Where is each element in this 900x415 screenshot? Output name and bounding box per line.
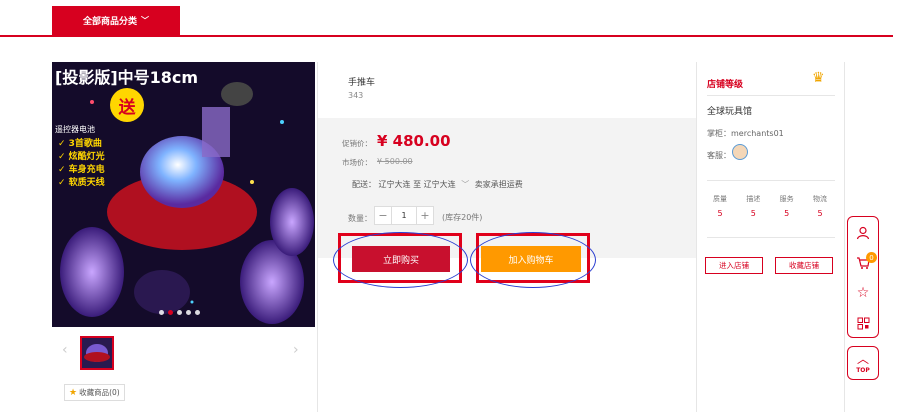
market-price: ¥ 500.00: [377, 157, 413, 166]
divider: [707, 180, 835, 181]
slide-dot[interactable]: [186, 310, 191, 315]
thumbnail-next-arrow[interactable]: ›: [293, 342, 299, 358]
slide-dot[interactable]: [177, 310, 182, 315]
top-bar: 全部商品分类 ﹀: [0, 0, 900, 38]
favorite-goods-button[interactable]: ★ 收藏商品(0): [64, 384, 125, 401]
star-icon[interactable]: ☆: [848, 283, 878, 303]
quantity-increase-button[interactable]: +: [417, 207, 433, 224]
score-service: 服务 5: [772, 194, 802, 218]
thumbnail-graphic: [84, 344, 110, 362]
customer-service-icon[interactable]: [732, 144, 748, 160]
giveaway-badge: 送: [110, 88, 144, 122]
customer-service-label: 客服：: [707, 151, 731, 160]
quantity-label: 数量：: [348, 214, 372, 223]
quantity-decrease-button[interactable]: −: [375, 207, 391, 224]
crown-icon: ♛: [812, 70, 825, 86]
star-icon: ★: [69, 387, 78, 398]
shipping-from: 辽宁大连: [378, 180, 411, 189]
all-categories-button[interactable]: 全部商品分类 ﹀: [52, 6, 180, 35]
score-value: 5: [717, 209, 723, 218]
feature-item: ✓ 车身充电: [58, 165, 105, 175]
score-value: 5: [817, 209, 823, 218]
feature-item: ✓ 软质天线: [58, 178, 105, 188]
shipping-label: 配送：: [352, 180, 376, 189]
promo-price: ¥ 480.00: [377, 132, 451, 150]
score-label: 质量: [713, 195, 727, 203]
floating-sidebar: 0 ☆: [847, 216, 879, 338]
score-description: 描述 5: [738, 194, 768, 218]
score-value: 5: [750, 209, 756, 218]
user-icon-graphic: [856, 226, 870, 240]
slide-dot[interactable]: [159, 310, 164, 315]
product-title: 手推车: [348, 78, 376, 88]
stock-count: (库存20件): [442, 213, 483, 222]
shipping-note: 卖家承担运费: [474, 180, 523, 189]
slide-dot[interactable]: [195, 310, 200, 315]
score-logistics: 物流 5: [805, 194, 835, 218]
nav-divider: [0, 35, 893, 37]
cart-count-badge: 0: [866, 252, 877, 263]
add-to-cart-annotation-oval: [470, 232, 596, 288]
shop-scores: 质量 5 描述 5 服务 5 物流 5: [705, 194, 835, 218]
promo-price-label: 促销价：: [342, 139, 372, 148]
slide-dot[interactable]: [168, 310, 173, 315]
shipping-info: 配送： 辽宁大连 至 辽宁大连 ﹀ 卖家承担运费: [352, 179, 523, 190]
back-to-top-label: TOP: [856, 367, 870, 374]
quantity-input[interactable]: 1: [391, 207, 417, 224]
feature-item: ✓ 炫酷灯光: [58, 152, 105, 162]
all-categories-label: 全部商品分类: [82, 17, 137, 27]
thumbnail-prev-arrow[interactable]: ‹: [62, 342, 68, 358]
shipping-destination-select[interactable]: 辽宁大连: [424, 180, 456, 189]
feature-list: ✓ 3首歌曲 ✓ 炫酷灯光 ✓ 车身充电 ✓ 软质天线: [58, 138, 105, 190]
score-value: 5: [784, 209, 790, 218]
product-image-graphic: [60, 82, 314, 324]
shop-level-label: 店铺等级: [707, 80, 744, 90]
remote-battery-label: 遥控器电池: [55, 125, 95, 134]
divider: [707, 237, 835, 238]
chevron-up-icon: ︿: [857, 352, 870, 366]
score-label: 服务: [779, 195, 794, 203]
slide-indicator: [159, 310, 200, 315]
score-label: 描述: [746, 195, 761, 203]
shop-info-panel: 店铺等级 ♛ 全球玩具馆 掌柜：merchants01 客服： 质量 5 描述 …: [697, 62, 845, 412]
shipping-to-prefix: 至: [413, 180, 422, 189]
product-code: 343: [348, 91, 364, 100]
qrcode-icon[interactable]: [848, 313, 878, 333]
score-label: 物流: [812, 195, 827, 203]
favorite-goods-label: 收藏商品(0): [79, 388, 120, 397]
merchant-name: 掌柜：merchants01: [707, 129, 784, 138]
shop-name[interactable]: 全球玩具馆: [707, 104, 752, 117]
product-info-panel: 手推车 343 促销价： ¥ 480.00 市场价： ¥ 500.00 配送： …: [317, 62, 697, 412]
thumbnail-image[interactable]: [80, 336, 114, 370]
back-to-top-button[interactable]: ︿ TOP: [847, 346, 879, 380]
image-overlay-title: [投影版]中号18cm: [55, 68, 199, 87]
enter-shop-button[interactable]: 进入店铺: [705, 257, 763, 274]
quantity-stepper: − 1 +: [374, 206, 434, 225]
user-icon[interactable]: [848, 223, 878, 243]
score-quality: 质量 5: [705, 194, 735, 218]
favorite-shop-button[interactable]: 收藏店铺: [775, 257, 833, 274]
product-main-image[interactable]: [投影版]中号18cm 送 遥控器电池 ✓ 3首歌曲 ✓ 炫酷灯光 ✓ 车身充电…: [52, 62, 315, 327]
feature-item: ✓ 3首歌曲: [58, 139, 102, 149]
buy-now-annotation-oval: [333, 232, 468, 288]
market-price-label: 市场价：: [342, 158, 372, 167]
qrcode-icon-graphic: [857, 317, 869, 329]
title-area: 手推车 343: [318, 62, 696, 118]
divider: [707, 95, 835, 96]
chevron-down-icon[interactable]: ﹀: [461, 180, 469, 189]
chevron-down-icon: ﹀: [141, 16, 149, 25]
